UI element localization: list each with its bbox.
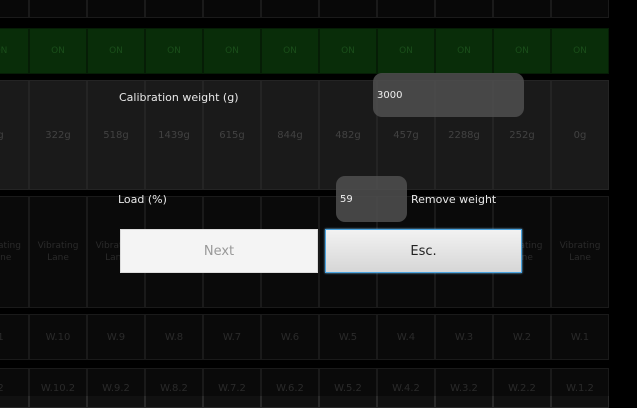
load-label: Load (%)	[118, 193, 167, 206]
load-value-field[interactable]: 59	[336, 176, 407, 222]
calibration-weight-field[interactable]: 3000	[373, 73, 524, 117]
status-message: Remove weight	[411, 193, 497, 206]
dialog-overlay	[0, 0, 637, 396]
calibration-weight-label: Calibration weight (g)	[119, 91, 239, 104]
esc-button[interactable]: Esc.	[325, 229, 522, 273]
next-button[interactable]: Next	[120, 229, 318, 273]
